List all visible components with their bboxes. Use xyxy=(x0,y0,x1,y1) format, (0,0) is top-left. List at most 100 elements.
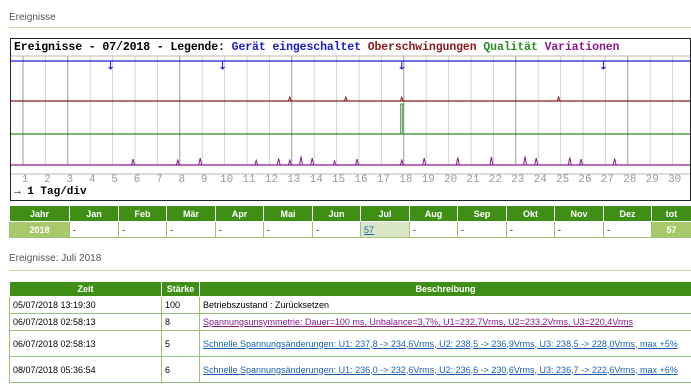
x-tick-label: 6 xyxy=(134,174,141,186)
event-description-link[interactable]: Schnelle Spannungsänderungen: U1: 237,8 … xyxy=(203,339,678,349)
x-tick-label: 13 xyxy=(287,174,300,186)
months-header-row: Jahr Jan Feb Mär Apr Mai Jun Jul Aug Sep Okt Nov Dez… xyxy=(9,205,691,222)
legend-entry-harmonics: Oberschwingungen xyxy=(367,41,477,54)
x-tick-label: 11 xyxy=(242,174,256,186)
event-spike xyxy=(355,158,359,166)
event-row: 06/07/2018 02:58:13 8 Spannungsunsymmetrie… xyxy=(9,313,691,331)
event-row: 08/07/2018 05:36:54 6 Schnelle Spannungsän… xyxy=(9,356,691,383)
events-header-cell: Beschreibung xyxy=(199,281,691,297)
chart-header: Ereignisse - 07/2018 - Legende: Gerät ei… xyxy=(14,41,619,54)
months-cell: - xyxy=(215,221,264,238)
months-cell: - xyxy=(554,221,604,238)
event-strength: 5 xyxy=(161,330,200,357)
x-tick-label: 21 xyxy=(466,174,480,186)
months-header-cell: Dez xyxy=(603,205,652,222)
event-spike xyxy=(175,158,180,166)
x-tick-label: 14 xyxy=(310,174,324,186)
event-spike xyxy=(399,158,404,166)
months-header-cell: Mai xyxy=(263,205,313,222)
x-tick-label: 30 xyxy=(668,174,681,186)
x-tick-label: 12 xyxy=(265,174,278,186)
months-table: Jahr Jan Feb Mär Apr Mai Jun Jul Aug Sep Okt Nov Dez… xyxy=(9,205,691,238)
x-tick-label: 10 xyxy=(220,174,233,186)
x-tick-label: 19 xyxy=(422,174,435,186)
x-tick-label: 4 xyxy=(89,174,96,186)
event-description-link[interactable]: Spannungsunsymmetrie: Dauer=100 ms, Unba… xyxy=(203,317,633,327)
months-cell: - xyxy=(603,221,652,238)
x-tick-label: 17 xyxy=(377,174,390,186)
event-spike xyxy=(220,61,225,70)
x-tick-label: 2 xyxy=(44,174,51,186)
months-cell: - xyxy=(118,221,167,238)
event-spike xyxy=(612,158,617,166)
event-spike xyxy=(276,158,281,166)
event-strength: 6 xyxy=(161,356,200,383)
months-header-cell: Feb xyxy=(118,205,167,222)
months-cell: - xyxy=(312,221,361,238)
months-header-cell: Sep xyxy=(457,205,507,222)
months-header-cell: Jahr xyxy=(9,205,70,222)
events-header-row: Zeit Stärke Beschreibung xyxy=(9,281,691,297)
event-description-cell: Schnelle Spannungsänderungen: U1: 236,0 … xyxy=(199,356,691,383)
months-header-cell: Nov xyxy=(554,205,604,222)
x-tick-label: 25 xyxy=(556,174,569,186)
x-tick-label: 23 xyxy=(511,174,524,186)
x-tick-label: 15 xyxy=(332,174,345,186)
x-tick-label: 29 xyxy=(646,174,659,186)
months-header-cell: Aug xyxy=(409,205,458,222)
event-spike xyxy=(489,156,494,166)
event-description-link[interactable]: Schnelle Spannungsänderungen: U1: 236,0 … xyxy=(203,365,678,375)
event-strength: 100 xyxy=(161,296,200,314)
months-header-cell: Jan xyxy=(69,205,119,222)
months-header-cell: Apr xyxy=(215,205,264,222)
event-spike xyxy=(108,61,113,70)
x-tick-label: 8 xyxy=(178,174,185,186)
x-tick-label: 16 xyxy=(354,174,367,186)
event-row: 06/07/2018 02:58:13 5 Schnelle Spannungsän… xyxy=(9,330,691,357)
legend-entry-quality: Qualität xyxy=(483,41,538,54)
event-strength: 8 xyxy=(161,313,200,331)
event-spike xyxy=(601,61,606,70)
x-tick-label: 18 xyxy=(399,174,412,186)
event-spike xyxy=(287,158,292,166)
page-title: Ereignisse xyxy=(9,12,56,23)
event-spike xyxy=(523,156,527,166)
month-link[interactable]: 57 xyxy=(364,225,374,235)
event-spike xyxy=(567,157,572,166)
event-time: 08/07/2018 05:36:54 xyxy=(9,356,162,383)
subtitle-divider xyxy=(9,270,691,271)
months-cell: - xyxy=(69,221,119,238)
months-data-row: 2018- - - - - -57- - - - -57 xyxy=(9,221,691,238)
events-subtitle: Ereignisse: Juli 2018 xyxy=(9,253,102,264)
legend-entry-variations: Variationen xyxy=(544,41,620,54)
x-tick-label: 24 xyxy=(534,174,548,186)
x-tick-label: 1 xyxy=(22,174,29,186)
months-header-cell: Jul xyxy=(360,205,410,222)
events-header-cell: Zeit xyxy=(9,281,162,297)
event-description-cell: Betriebszustand : Zurücksetzen xyxy=(199,296,691,314)
event-spike xyxy=(399,61,405,70)
months-header-cell: tot xyxy=(651,205,691,222)
x-tick-label: 28 xyxy=(623,174,636,186)
event-spike xyxy=(422,157,427,166)
months-header-cell: Mär xyxy=(166,205,216,222)
event-spike xyxy=(299,156,303,166)
months-cell: - xyxy=(263,221,313,238)
event-row: 05/07/2018 13:19:30 100 Betriebszustand : … xyxy=(9,296,691,314)
months-cell: 57 xyxy=(360,221,410,238)
x-tick-label: 22 xyxy=(489,174,502,186)
events-chart-plot: 1 2 3 4 5 6 7 8 9 10 11 12 13 14 15 16 17 18 19 20 21 22 23 24 2… xyxy=(11,55,690,186)
event-spike xyxy=(131,158,135,166)
chart-scale-label: → 1 Tag/div xyxy=(14,186,87,198)
months-header-cell: Jun xyxy=(312,205,361,222)
x-tick-label: 3 xyxy=(66,174,73,186)
x-tick-label: 5 xyxy=(111,174,118,186)
event-spike xyxy=(310,157,315,166)
x-tick-label: 27 xyxy=(601,174,614,186)
legend-entry-power-on: Gerät eingeschaltet xyxy=(231,41,361,54)
event-time: 05/07/2018 13:19:30 xyxy=(9,296,162,314)
events-header-cell: Stärke xyxy=(161,281,200,297)
event-spike xyxy=(254,158,259,166)
event-time: 06/07/2018 02:58:13 xyxy=(9,313,162,331)
event-description-cell: Spannungsunsymmetrie: Dauer=100 ms, Unba… xyxy=(199,313,691,331)
